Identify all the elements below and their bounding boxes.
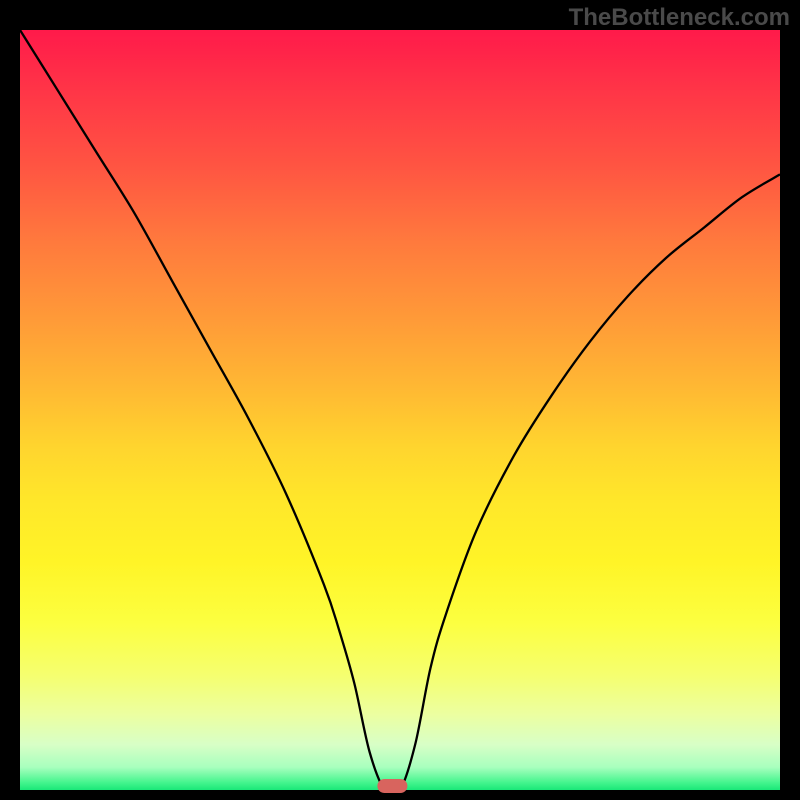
watermark-text: TheBottleneck.com xyxy=(569,4,790,32)
plot-area xyxy=(20,30,780,790)
optimal-marker xyxy=(377,779,407,793)
chart-container: TheBottleneck.com xyxy=(0,0,800,800)
chart-svg xyxy=(20,30,780,790)
bottleneck-curve xyxy=(20,30,780,795)
